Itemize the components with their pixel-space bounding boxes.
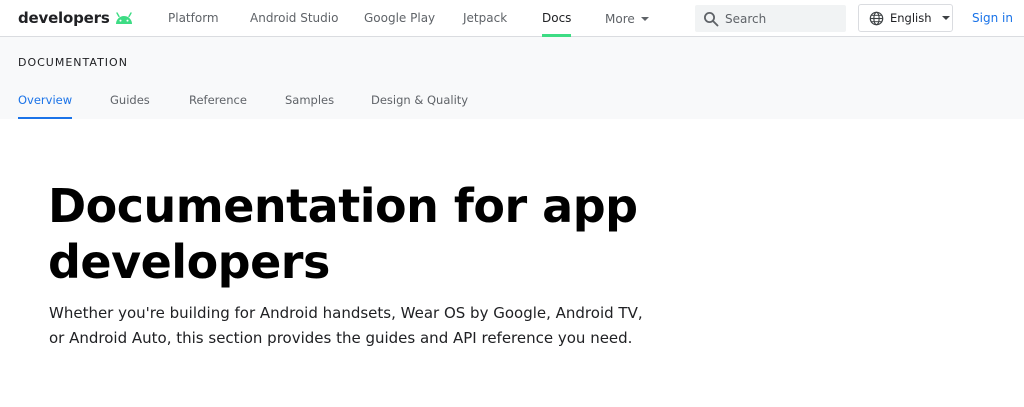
search-input[interactable] bbox=[725, 11, 835, 26]
nav-android-studio[interactable]: Android Studio bbox=[250, 0, 338, 37]
developers-logo[interactable]: developers bbox=[18, 7, 134, 29]
language-label: English bbox=[890, 11, 932, 25]
caret-down-icon bbox=[640, 16, 649, 21]
caret-down-icon bbox=[941, 16, 950, 20]
search-box[interactable] bbox=[695, 5, 846, 32]
language-selector[interactable]: English bbox=[858, 4, 953, 32]
tab-design-quality[interactable]: Design & Quality bbox=[371, 81, 468, 119]
section-header: DOCUMENTATION Overview Guides Reference … bbox=[0, 37, 1024, 119]
top-bar: developers Platform Android Studio Googl… bbox=[0, 0, 1024, 37]
search-icon bbox=[703, 11, 719, 27]
nav-more-label: More bbox=[605, 11, 635, 26]
logo-text: developers bbox=[18, 9, 110, 27]
nav-more[interactable]: More bbox=[605, 0, 649, 37]
sign-in-link[interactable]: Sign in bbox=[972, 0, 1013, 37]
page-title: Documentation for app developers bbox=[48, 179, 638, 289]
tab-guides[interactable]: Guides bbox=[110, 81, 150, 119]
page-description: Whether you're building for Android hand… bbox=[49, 304, 643, 347]
globe-icon bbox=[869, 11, 884, 25]
nav-google-play[interactable]: Google Play bbox=[364, 0, 435, 37]
android-head-icon bbox=[115, 12, 132, 24]
tab-reference[interactable]: Reference bbox=[189, 81, 247, 119]
tab-samples[interactable]: Samples bbox=[285, 81, 334, 119]
nav-jetpack[interactable]: Jetpack bbox=[463, 0, 507, 37]
tab-overview[interactable]: Overview bbox=[18, 81, 73, 119]
section-title: DOCUMENTATION bbox=[18, 56, 128, 69]
nav-platform[interactable]: Platform bbox=[168, 0, 219, 37]
nav-docs[interactable]: Docs bbox=[542, 0, 572, 37]
